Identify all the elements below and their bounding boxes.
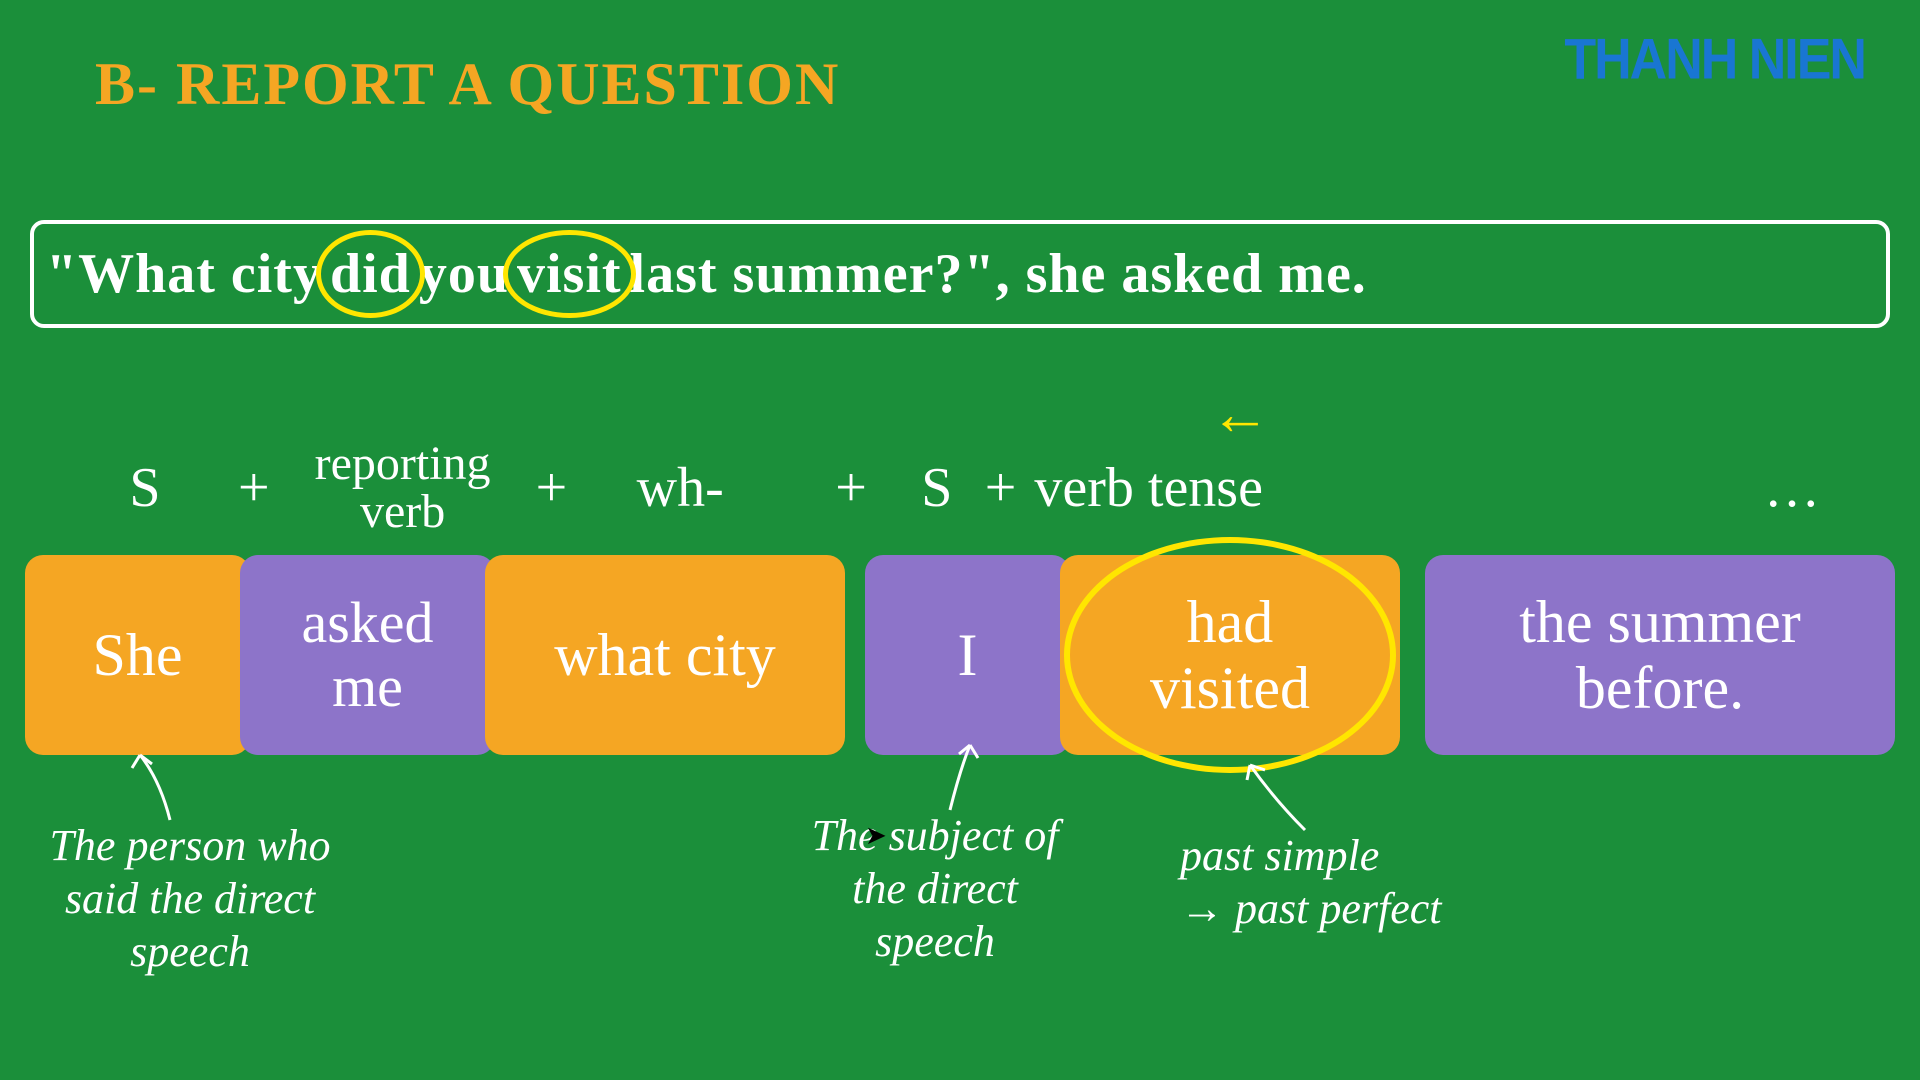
annotation-tense: past simple → past perfect — [1180, 830, 1540, 936]
connector-arrow-1 — [120, 750, 200, 830]
formula-reporting-verb: reporting verb — [288, 440, 518, 536]
block-subject-i: I — [865, 555, 1070, 755]
had-line2: visited — [1150, 655, 1310, 721]
formula-ellipsis: … — [1764, 456, 1880, 520]
brand-logo: THANH NIEN — [1564, 27, 1865, 93]
slide-title: B- REPORT A QUESTION — [95, 50, 840, 119]
circled-word-did: did — [322, 242, 419, 306]
tense-line1: past simple — [1180, 831, 1379, 880]
reporting-line2: verb — [288, 488, 518, 536]
plus-icon: + — [775, 456, 907, 520]
had-line1: had — [1187, 589, 1274, 655]
reporting-line1: reporting — [288, 440, 518, 488]
annotation-subject: The subject of the direct speech — [790, 810, 1080, 968]
arrow-left-icon: ← — [1210, 380, 1270, 449]
plus-icon: + — [518, 456, 586, 520]
summer-line2: before. — [1576, 655, 1744, 721]
tense-line2: → past perfect — [1180, 884, 1442, 933]
connector-arrow-2 — [930, 740, 1000, 820]
summer-line1: the summer — [1519, 589, 1801, 655]
block-time-phrase: the summer before. — [1425, 555, 1895, 755]
sentence-part-3: last summer?", she asked me. — [630, 242, 1367, 306]
sentence-part-1: "What city — [46, 242, 322, 306]
annotation-speaker: The person who said the direct speech — [20, 820, 360, 978]
formula-s2: S — [907, 456, 967, 520]
formula-structure: S + reporting verb + wh- + S + verb tens… — [70, 440, 1880, 536]
block-wh-word: what city — [485, 555, 845, 755]
block-subject-she: She — [25, 555, 250, 755]
connector-arrow-3 — [1235, 760, 1335, 840]
example-sentence-box: "What city did you visit last summer?", … — [30, 220, 1890, 328]
cursor-icon: ➤ — [865, 820, 887, 851]
asked-line1: asked — [301, 591, 433, 655]
plus-icon: + — [220, 456, 288, 520]
block-verb-tense: had visited — [1060, 555, 1400, 755]
asked-line2: me — [332, 655, 403, 719]
formula-verb-tense: verb tense — [1034, 456, 1394, 520]
block-reporting-verb: asked me — [240, 555, 495, 755]
plus-icon: + — [967, 456, 1035, 520]
circled-word-visit: visit — [509, 242, 630, 306]
formula-wh: wh- — [585, 456, 775, 520]
formula-s: S — [70, 456, 220, 520]
reported-sentence-blocks: She asked me what city I had visited the… — [25, 555, 1910, 755]
sentence-part-2: you — [419, 242, 509, 306]
